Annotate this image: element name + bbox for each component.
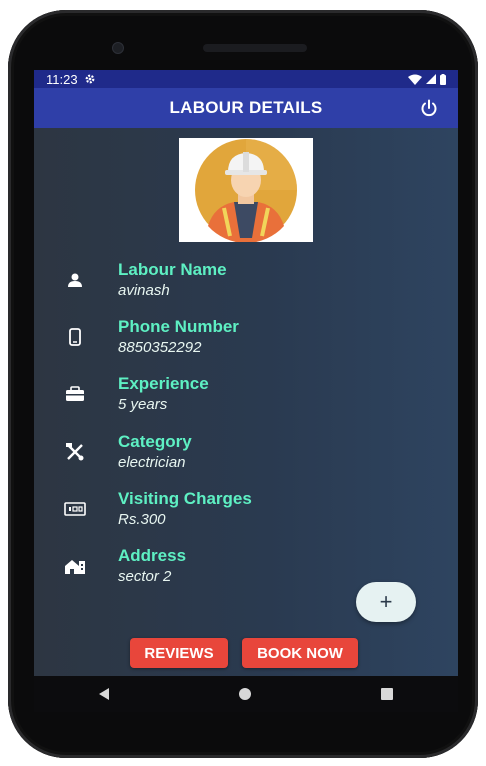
detail-label: Visiting Charges bbox=[118, 489, 252, 508]
labour-avatar bbox=[179, 138, 313, 242]
phone-icon bbox=[62, 327, 88, 347]
detail-value: Rs.300 bbox=[118, 511, 166, 528]
detail-label: Address bbox=[118, 546, 187, 565]
wifi-icon bbox=[408, 74, 422, 85]
front-camera bbox=[112, 42, 124, 54]
detail-label: Category bbox=[118, 432, 192, 451]
page-title: LABOUR DETAILS bbox=[169, 98, 323, 117]
person-icon bbox=[62, 270, 88, 290]
plus-icon: + bbox=[379, 589, 393, 614]
tools-icon bbox=[62, 442, 88, 462]
worker-avatar-image bbox=[195, 139, 297, 242]
power-icon bbox=[421, 99, 437, 117]
home-icon bbox=[62, 556, 88, 576]
logout-button[interactable] bbox=[418, 97, 440, 119]
detail-value: avinash bbox=[118, 282, 170, 299]
detail-value: 8850352292 bbox=[118, 339, 202, 356]
back-icon[interactable] bbox=[99, 688, 109, 700]
reviews-button[interactable]: REVIEWS bbox=[130, 638, 228, 668]
detail-value: 5 years bbox=[118, 396, 168, 413]
detail-value: sector 2 bbox=[118, 568, 172, 585]
detail-row-experience: Experience 5 years bbox=[34, 374, 458, 418]
add-fab-button[interactable]: + bbox=[356, 582, 416, 622]
home-nav-icon[interactable] bbox=[239, 688, 251, 700]
status-bar: 11:23 bbox=[34, 70, 458, 88]
detail-row-labour-name: Labour Name avinash bbox=[34, 260, 458, 304]
status-time: 11:23 bbox=[46, 71, 78, 87]
battery-icon bbox=[440, 73, 446, 85]
detail-value: electrician bbox=[118, 454, 186, 471]
detail-label: Labour Name bbox=[118, 260, 227, 279]
recent-apps-icon[interactable] bbox=[381, 688, 393, 700]
detail-label: Experience bbox=[118, 374, 209, 393]
detail-row-visiting-charges: Visiting Charges Rs.300 bbox=[34, 489, 458, 533]
earpiece-speaker bbox=[203, 44, 307, 52]
money-icon bbox=[62, 499, 88, 519]
system-navigation-bar bbox=[34, 676, 458, 712]
briefcase-icon bbox=[62, 384, 88, 404]
app-screen: 11:23 LABOUR DETAILS Labour Name avinash… bbox=[34, 70, 458, 676]
signal-icon bbox=[426, 74, 436, 84]
app-bar: LABOUR DETAILS bbox=[34, 88, 458, 128]
book-now-button[interactable]: BOOK NOW bbox=[242, 638, 358, 668]
detail-label: Phone Number bbox=[118, 317, 239, 336]
detail-row-category: Category electrician bbox=[34, 432, 458, 476]
detail-row-phone-number: Phone Number 8850352292 bbox=[34, 317, 458, 361]
settings-icon bbox=[85, 74, 94, 84]
